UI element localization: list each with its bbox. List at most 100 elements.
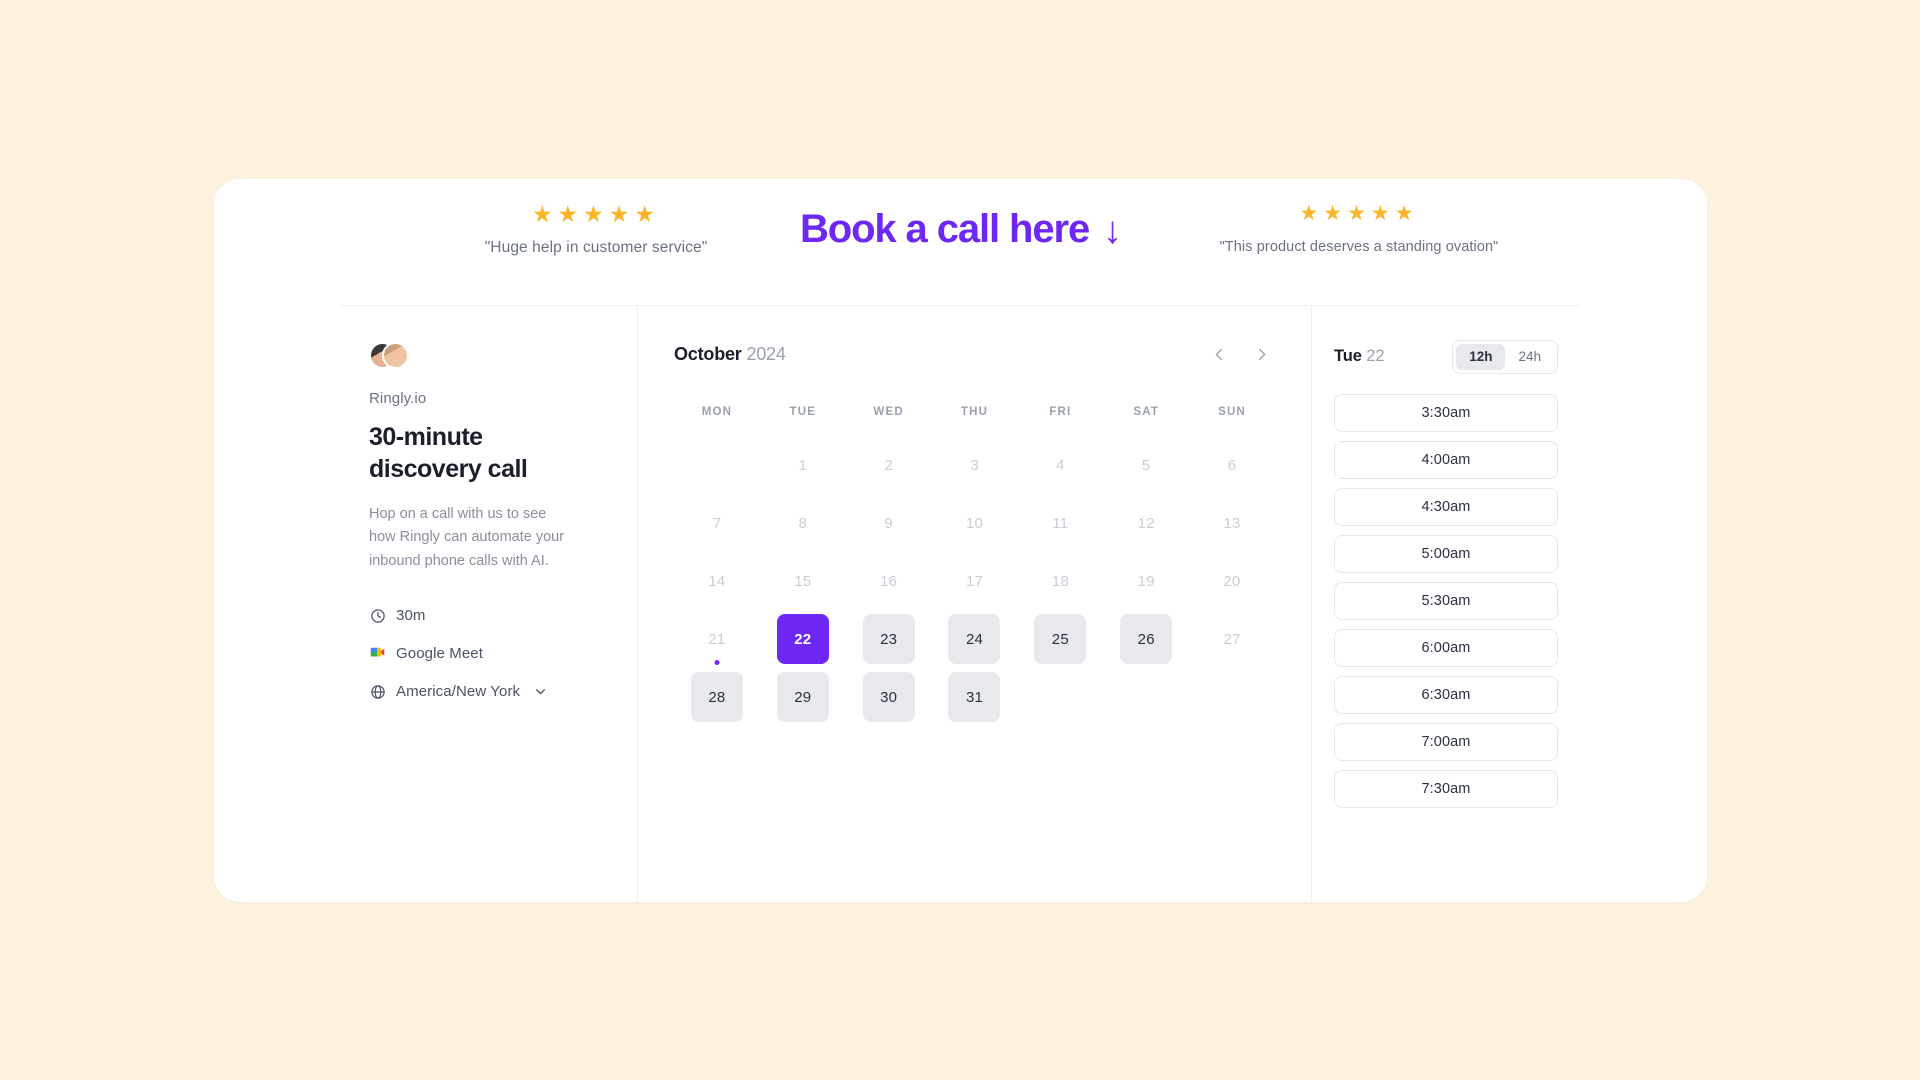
calendar-day-cell: 11 bbox=[1017, 498, 1103, 548]
calendar-day-cell: 27 bbox=[1189, 614, 1275, 664]
google-meet-icon bbox=[369, 645, 386, 662]
calendar-day-27: 27 bbox=[1223, 630, 1241, 648]
calendar-day-2: 2 bbox=[884, 456, 893, 474]
clock-icon bbox=[369, 607, 386, 624]
weekday-label: THU bbox=[960, 406, 989, 418]
time-slot-button[interactable]: 6:30am bbox=[1334, 675, 1558, 714]
time-slot-button[interactable]: 6:00am bbox=[1334, 628, 1558, 667]
timezone-selector[interactable]: America/New York bbox=[369, 683, 607, 700]
weekday-label: SAT bbox=[1133, 406, 1160, 418]
calendar-day-cell[interactable]: 30 bbox=[846, 672, 932, 722]
calendar-day-cell: 19 bbox=[1103, 556, 1189, 606]
calendar-day-cell: 13 bbox=[1189, 498, 1275, 548]
calendar-day-cell[interactable]: 26 bbox=[1103, 614, 1189, 664]
hour-format-option-24h[interactable]: 24h bbox=[1505, 344, 1554, 370]
calendar-header: October 2024 bbox=[674, 340, 1275, 368]
timezone-label: America/New York bbox=[396, 683, 521, 701]
calendar-day-30[interactable]: 30 bbox=[862, 672, 915, 722]
event-location-row: Google Meet bbox=[369, 645, 607, 662]
calendar-day-29[interactable]: 29 bbox=[776, 672, 829, 722]
next-month-button[interactable] bbox=[1247, 340, 1275, 368]
calendar-year-label: 2024 bbox=[746, 343, 786, 364]
calendar-day-21: 21 bbox=[708, 630, 726, 648]
calendar-day-25[interactable]: 25 bbox=[1034, 614, 1087, 664]
star-rating-icon: ★★★★★ bbox=[531, 201, 661, 227]
calendar-day-15: 15 bbox=[794, 572, 812, 590]
calendar-day-cell: 17 bbox=[932, 556, 1018, 606]
organization-name: Ringly.io bbox=[369, 390, 427, 407]
calendar-day-31[interactable]: 31 bbox=[948, 672, 1001, 722]
hour-format-toggle[interactable]: 12h 24h bbox=[1452, 340, 1558, 374]
calendar-day-cell: 18 bbox=[1017, 556, 1103, 606]
calendar-day-7: 7 bbox=[712, 514, 722, 532]
avatar bbox=[382, 342, 409, 369]
calendar-day-cell: 14 bbox=[674, 556, 760, 606]
calendar-day-cell[interactable]: 29 bbox=[760, 672, 846, 722]
time-slot-button[interactable]: 3:30am bbox=[1334, 393, 1558, 432]
time-slot-button[interactable]: 7:30am bbox=[1334, 769, 1558, 808]
calendar-day-14: 14 bbox=[708, 572, 726, 590]
booking-page-card: ★★★★★ "Huge help in customer service" Bo… bbox=[214, 179, 1707, 902]
calendar-day-6: 6 bbox=[1227, 456, 1237, 474]
calendar-day-cell: 7 bbox=[674, 498, 760, 548]
event-title: 30-minute discovery call bbox=[369, 423, 528, 483]
calendar-day-cell[interactable]: 28 bbox=[674, 672, 760, 722]
weekday-label: FRI bbox=[1049, 406, 1072, 418]
calendar-day-cell: 12 bbox=[1103, 498, 1189, 548]
prev-month-button[interactable] bbox=[1205, 340, 1233, 368]
chevron-down-icon[interactable] bbox=[534, 685, 547, 698]
time-slot-button[interactable]: 4:30am bbox=[1334, 487, 1558, 526]
calendar-day-16: 16 bbox=[880, 572, 898, 590]
calendar-day-cell: 1 bbox=[760, 440, 846, 490]
calendar-day-10: 10 bbox=[965, 514, 984, 532]
calendar-day-cell: 5 bbox=[1103, 440, 1189, 490]
time-slot-button[interactable]: 5:30am bbox=[1334, 581, 1558, 620]
time-slot-button[interactable]: 4:00am bbox=[1334, 440, 1558, 479]
time-slot-button[interactable]: 7:00am bbox=[1334, 722, 1558, 761]
calendar-day-cell: 10 bbox=[932, 498, 1018, 548]
calendar-day-blank bbox=[674, 440, 760, 490]
selected-daynum: 22 bbox=[1366, 347, 1385, 366]
calendar-day-9: 9 bbox=[884, 514, 893, 532]
selected-date-label: Tue 22 bbox=[1334, 347, 1385, 366]
calendar-day-cell: 8 bbox=[760, 498, 846, 548]
calendar-day-19: 19 bbox=[1137, 572, 1155, 590]
weekday-label: SUN bbox=[1218, 406, 1246, 418]
calendar-month-label: October bbox=[674, 343, 742, 364]
time-slots-header: Tue 22 12h 24h bbox=[1334, 340, 1558, 374]
calendar-day-24[interactable]: 24 bbox=[948, 614, 1001, 664]
calendar-day-17: 17 bbox=[965, 572, 984, 590]
globe-icon bbox=[369, 683, 386, 700]
calendar-day-cell: 3 bbox=[932, 440, 1018, 490]
testimonial-right-quote: "This product deserves a standing ovatio… bbox=[1219, 239, 1499, 255]
calendar-day-cell[interactable]: 25 bbox=[1017, 614, 1103, 664]
calendar-day-4: 4 bbox=[1056, 456, 1065, 474]
calendar-day-cell[interactable]: 23 bbox=[846, 614, 932, 664]
today-indicator-dot bbox=[714, 660, 720, 665]
arrow-down-icon: ↓ bbox=[1103, 209, 1122, 252]
calendar-day-5: 5 bbox=[1141, 456, 1151, 474]
hour-format-option-12h[interactable]: 12h bbox=[1456, 344, 1506, 370]
selected-weekday: Tue bbox=[1334, 347, 1362, 366]
calendar-day-28[interactable]: 28 bbox=[690, 672, 743, 722]
avatar-group bbox=[369, 342, 409, 372]
calendar-day-20: 20 bbox=[1223, 572, 1241, 590]
calendar-month-year: October 2024 bbox=[674, 344, 786, 365]
calendar-day-cell[interactable]: 31 bbox=[932, 672, 1018, 722]
calendar-day-cell[interactable]: 22 bbox=[760, 614, 846, 664]
weekday-label: WED bbox=[873, 406, 904, 418]
calendar-day-cell: 4 bbox=[1017, 440, 1103, 490]
weekday-header-row: MON TUE WED THU FRI SAT SUN bbox=[674, 406, 1275, 418]
weekday-label: MON bbox=[701, 406, 733, 418]
calendar-day-cell[interactable]: 24 bbox=[932, 614, 1018, 664]
calendar-day-26[interactable]: 26 bbox=[1120, 614, 1173, 664]
event-location-label: Google Meet bbox=[396, 645, 483, 663]
calendar-day-23[interactable]: 23 bbox=[862, 614, 915, 664]
time-slots-panel: Tue 22 12h 24h 3:30am 4:00am 4:30am 5:00am 5:… bbox=[1312, 306, 1580, 902]
time-slot-button[interactable]: 5:00am bbox=[1334, 534, 1558, 573]
event-info-panel: Ringly.io 30-minute discovery call Hop o… bbox=[341, 306, 637, 902]
calendar-day-cell: 21 bbox=[674, 614, 760, 665]
calendar-day-22[interactable]: 22 bbox=[776, 614, 829, 664]
calendar-day-cell: 6 bbox=[1189, 440, 1275, 490]
calendar-day-1: 1 bbox=[798, 456, 808, 474]
